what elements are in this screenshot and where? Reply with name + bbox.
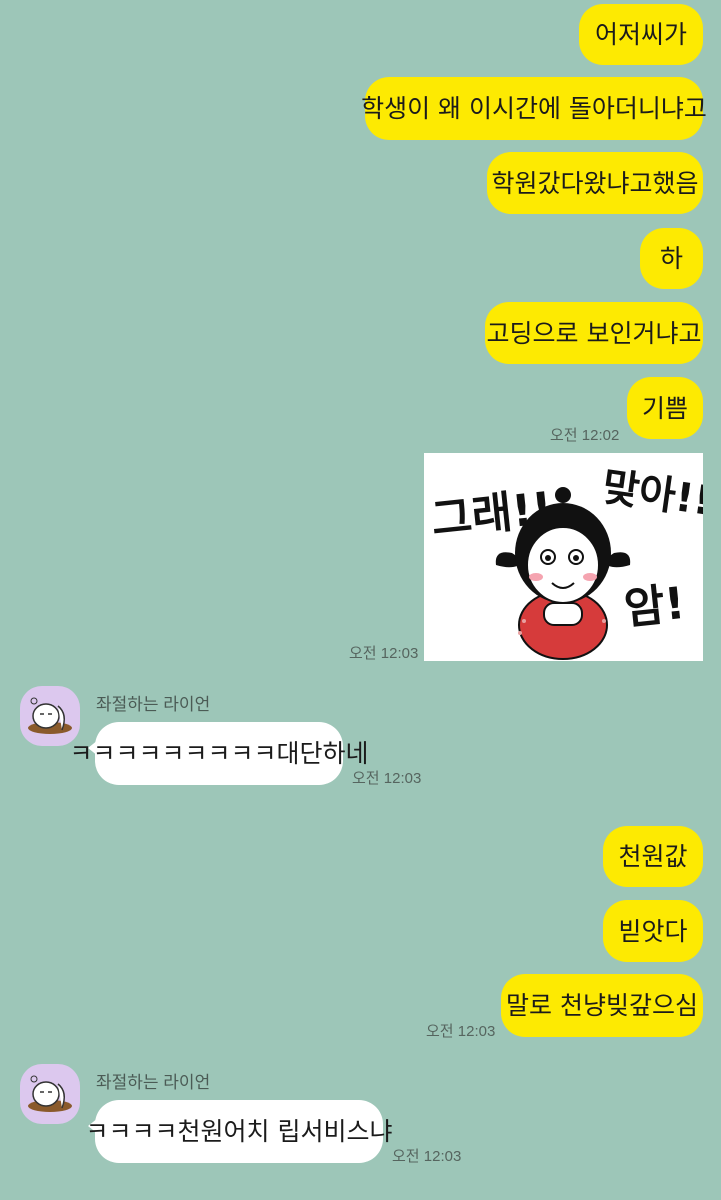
message-timestamp: 오전 12:02 — [550, 427, 620, 444]
outgoing-message[interactable]: 하 — [640, 228, 703, 289]
sticker-text-right-top: 맞아!! — [599, 464, 703, 525]
outgoing-message[interactable]: 학생이 왜 이시간에 돌아더니냐고 — [361, 77, 707, 140]
avatar[interactable] — [20, 1064, 80, 1124]
sender-name: 좌절하는 라이언 — [96, 695, 211, 714]
outgoing-message[interactable]: 말로 천냥빚갚으심 — [501, 974, 703, 1037]
message-timestamp: 오전 12:03 — [426, 1023, 496, 1040]
incoming-message[interactable]: ㅋㅋㅋㅋ천원어치 립서비스냐 — [86, 1100, 392, 1163]
outgoing-message[interactable]: 학원갔다왔냐고했음 — [487, 152, 703, 214]
message-timestamp: 오전 12:03 — [392, 1148, 462, 1165]
sticker-text-right-bottom: 암! — [622, 578, 688, 635]
outgoing-message[interactable]: 빋앗다 — [603, 900, 703, 962]
outgoing-message[interactable]: 어저씨가 — [579, 4, 703, 65]
sender-name: 좌절하는 라이언 — [96, 1073, 211, 1092]
lion-avatar-icon — [28, 1075, 72, 1112]
lion-avatar-icon — [28, 697, 72, 734]
message-timestamp: 오전 12:03 — [352, 770, 422, 787]
outgoing-message[interactable]: 천원값 — [603, 826, 703, 887]
avatar[interactable] — [20, 686, 80, 746]
outgoing-message[interactable]: 기쁨 — [627, 377, 703, 439]
incoming-message[interactable]: ㅋㅋㅋㅋㅋㅋㅋㅋㅋ대단하네 — [70, 722, 369, 785]
sticker-illustration: 그래!! 맞아!! 암! — [429, 464, 715, 660]
outgoing-message[interactable]: 고딩으로 보인거냐고 — [485, 302, 703, 364]
sticker-image[interactable]: 그래!! 맞아!! 암! — [424, 453, 715, 661]
message-timestamp: 오전 12:03 — [349, 645, 419, 662]
